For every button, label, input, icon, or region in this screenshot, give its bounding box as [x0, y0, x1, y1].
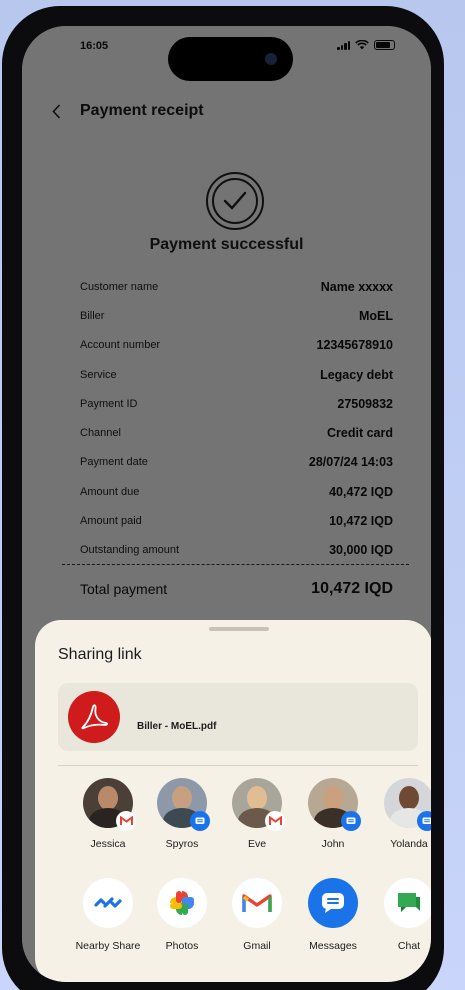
acrobat-pdf-icon	[68, 691, 120, 743]
file-name: Biller - MoEL.pdf	[137, 721, 217, 732]
status-bar: 16:05	[22, 26, 431, 81]
app-photos[interactable]: Photos	[149, 878, 215, 953]
phone-frame: 16:05 Payment receipt Payment successful…	[2, 6, 444, 990]
app-name: Messages	[309, 940, 357, 952]
row-value: 27509832	[337, 396, 393, 411]
row-label: Biller	[80, 309, 105, 322]
app-name: Gmail	[243, 940, 271, 952]
receipt-row: Payment date 28/07/24 14:03	[80, 448, 393, 477]
camera-icon	[265, 53, 277, 65]
app-chat[interactable]: Chat	[376, 878, 431, 953]
row-value: 40,472 IQD	[329, 484, 393, 499]
receipt-details: Customer name Name xxxxx Biller MoEL Accou…	[80, 272, 393, 565]
drag-handle[interactable]	[209, 627, 269, 631]
receipt-row: Amount paid 10,472 IQD	[80, 506, 393, 535]
receipt-row: Biller MoEL	[80, 301, 393, 330]
app-nearby-share[interactable]: Nearby Share	[75, 878, 141, 953]
receipt-row: Outstanding amount 30,000 IQD	[80, 536, 393, 565]
total-value: 10,472 IQD	[311, 580, 393, 597]
row-label: Payment ID	[80, 397, 138, 410]
success-title: Payment successful	[149, 236, 304, 253]
receipt-row: Account number 12345678910	[80, 331, 393, 360]
contact-name: Yolanda	[390, 838, 428, 850]
contacts-row: Jessica Spyros Eve John Yolanda	[35, 778, 431, 858]
app-gmail[interactable]: Gmail	[224, 878, 290, 953]
photos-icon	[157, 878, 207, 928]
status-time: 16:05	[80, 40, 109, 52]
gmail-icon	[232, 878, 282, 928]
row-label: Customer name	[80, 280, 159, 293]
nearby-share-icon	[83, 878, 133, 928]
receipt-row: Channel Credit card	[80, 418, 393, 447]
sheet-divider	[58, 765, 418, 766]
contact-item[interactable]: Jessica	[75, 778, 141, 850]
receipt-row: Customer name Name xxxxx	[80, 272, 393, 301]
chevron-left-icon	[51, 103, 60, 119]
row-value: MoEL	[358, 308, 393, 323]
chat-icon	[384, 878, 431, 928]
contact-name: Jessica	[90, 838, 126, 850]
back-button[interactable]	[48, 102, 64, 120]
row-label: Outstanding amount	[80, 544, 180, 557]
contact-item[interactable]: John	[300, 778, 366, 850]
contact-item[interactable]: Yolanda	[376, 778, 431, 850]
dynamic-island	[168, 37, 293, 81]
app-messages[interactable]: Messages	[300, 878, 366, 953]
contact-name: John	[321, 838, 345, 850]
row-value: Name xxxxx	[320, 279, 393, 294]
row-value: Credit card	[327, 426, 393, 441]
wifi-icon	[355, 40, 369, 50]
gmail-icon	[265, 811, 285, 831]
messages-icon	[308, 878, 358, 928]
row-value: 10,472 IQD	[329, 514, 393, 529]
signal-icon	[337, 40, 350, 50]
success-check-icon	[206, 172, 264, 230]
row-label: Amount paid	[80, 515, 142, 528]
screen: 16:05 Payment receipt Payment successful…	[22, 26, 431, 982]
row-value: 30,000 IQD	[329, 543, 393, 558]
row-value: Legacy debt	[320, 367, 393, 382]
share-sheet-title: Sharing link	[58, 646, 142, 663]
messages-icon	[417, 811, 431, 831]
contact-name: Spyros	[165, 838, 199, 850]
shared-file-card[interactable]: Biller - MoEL.pdf	[58, 683, 418, 751]
gmail-icon	[116, 811, 136, 831]
row-label: Service	[80, 368, 117, 381]
app-name: Photos	[165, 940, 199, 952]
messages-icon	[190, 811, 210, 831]
row-value: 12345678910	[316, 338, 393, 353]
app-header: Payment receipt	[22, 94, 431, 130]
share-sheet: Sharing link Biller - MoEL.pdf Jessica S…	[35, 620, 431, 982]
dashed-divider	[62, 564, 409, 565]
apps-row: Nearby Share Photos Gmail Messages Chat	[35, 878, 431, 978]
receipt-row: Payment ID 27509832	[80, 389, 393, 418]
contact-name: Eve	[247, 838, 267, 850]
receipt-row: Amount due 40,472 IQD	[80, 477, 393, 506]
status-icons	[337, 40, 395, 50]
contact-item[interactable]: Spyros	[149, 778, 215, 850]
app-name: Chat	[397, 940, 421, 952]
row-value: 28/07/24 14:03	[308, 455, 393, 470]
app-name: Nearby Share	[75, 940, 141, 952]
page-title: Payment receipt	[80, 102, 204, 119]
battery-icon	[374, 40, 395, 50]
receipt-row: Service Legacy debt	[80, 360, 393, 389]
total-label: Total payment	[80, 581, 168, 597]
row-label: Payment date	[80, 456, 148, 469]
row-label: Account number	[80, 339, 161, 352]
contact-item[interactable]: Eve	[224, 778, 290, 850]
messages-icon	[341, 811, 361, 831]
row-label: Channel	[80, 427, 121, 440]
total-row: Total payment 10,472 IQD	[80, 580, 393, 598]
row-label: Amount due	[80, 485, 140, 498]
